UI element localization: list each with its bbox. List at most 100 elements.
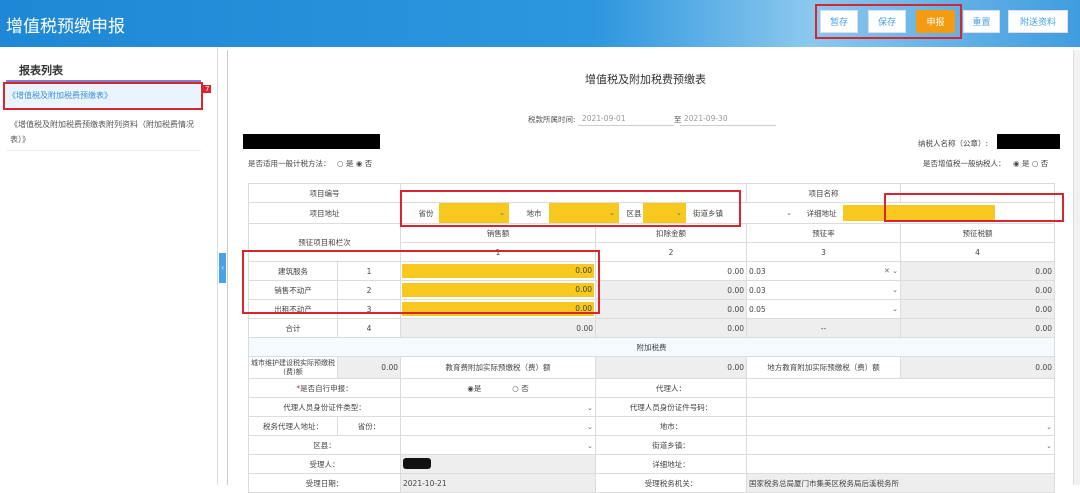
project-name-label: 项目名称 (746, 183, 901, 203)
yes-label: 是 (473, 383, 482, 393)
app-title: 增值税预缴申报 (6, 17, 125, 37)
chevron-down-icon: ⌄ (892, 305, 898, 313)
chevron-down-icon: ⌄ (892, 286, 898, 294)
local-edu-value: 0.00 (900, 356, 1055, 379)
surcharge-title: 附加税费 (248, 337, 1055, 357)
agent-id-no-input[interactable] (746, 397, 1055, 417)
tax-value: 0.00 (900, 299, 1055, 319)
badge: 7 (203, 85, 212, 93)
chevron-down-icon: ⌄ (587, 422, 593, 431)
form-title: 增值税及附加税费预缴表 (585, 73, 706, 86)
general-taxpayer-radio[interactable]: ◉ 是 ○ 否 (1013, 158, 1048, 169)
col-header: 预征率 (746, 223, 901, 243)
rate-select[interactable]: 0.05 ⌄ (749, 301, 898, 318)
deduct-input[interactable]: 0.00 (595, 261, 747, 281)
divider (6, 150, 201, 151)
local-edu-label: 地方教育附加实际预缴税（费）额 (746, 356, 901, 379)
redacted (243, 134, 380, 149)
deduct-value: 0.00 (595, 299, 747, 319)
no-label: 否 (364, 159, 373, 168)
chevron-down-icon: ⌄ (892, 267, 898, 275)
clear-icon[interactable]: ✕ (884, 267, 890, 275)
tax-value: 0.00 (900, 280, 1055, 300)
no-label: 否 (1040, 159, 1049, 168)
agent-id-type-select[interactable]: ⌄ (400, 397, 596, 417)
reset-button[interactable]: 重置 (963, 10, 1000, 33)
chevron-down-icon: ⌄ (786, 209, 792, 217)
rate-value: 0.05 (749, 304, 766, 314)
highlight-box (3, 82, 203, 110)
edu-value: 0.00 (595, 356, 747, 379)
chevron-down-icon: ⌄ (1046, 422, 1052, 431)
row-no: 4 (337, 318, 401, 338)
province2-label: 省份： (337, 416, 401, 436)
no-label: 否 (521, 383, 529, 393)
highlight-box (815, 4, 962, 39)
chevron-down-icon: ⌄ (587, 441, 593, 450)
taxpayer-label: 纳税人名称（公章）: (918, 139, 989, 148)
col-header: 预征税额 (900, 223, 1055, 243)
receiver-label: 受理人： (248, 454, 401, 474)
rate-value: 0.03 (749, 266, 766, 276)
row-name: 合计 (248, 318, 338, 338)
yes-label: 是 (1021, 159, 1030, 168)
accept-date-label: 受理日期： (248, 473, 401, 493)
general-taxpayer-label: 是否增值税一般纳税人： (923, 159, 1006, 168)
self-declare-label: 是否自行申报： (300, 383, 353, 393)
deduct-value: 0.00 (595, 280, 747, 300)
sidebar: 报表列表 《增值税及附加税费预缴表》 《增值税及附加税费预缴表附列资料（附加税费… (0, 47, 218, 485)
agent-id-no-label: 代理人员身份证件号码： (595, 397, 747, 417)
agent-street-select[interactable]: ⌄ (746, 435, 1055, 455)
highlight-box (400, 190, 741, 227)
sidebar-title: 报表列表 (19, 64, 63, 77)
attach-docs-button[interactable]: 附送资料 (1008, 10, 1068, 33)
self-declare-radio[interactable]: ◉是 ○ 否 (400, 378, 596, 398)
urban-value: 0.00 (337, 356, 401, 379)
period-label: 税款所属时间: (528, 115, 576, 124)
rate-value: 0.03 (749, 285, 766, 295)
detail-addr2-label: 详细地址： (595, 454, 747, 474)
urban-label: 城市维护建设税实际预缴税(费)额 (248, 356, 338, 379)
detail-addr2-input[interactable] (746, 454, 1055, 474)
edu-label: 教育费附加实际预缴税（费）额 (400, 356, 596, 379)
agent-id-type-label: 代理人员身份证件类型： (248, 397, 401, 417)
sidebar-item-attachment[interactable]: 《增值税及附加税费预缴表附列资料（附加税费情况表）》 (10, 117, 205, 147)
general-method-label: 是否适用一般计税方法： (248, 159, 331, 168)
total-row: 合计 4 0.00 0.00 -- 0.00 (248, 318, 1055, 338)
total-deduct: 0.00 (595, 318, 747, 338)
scrollbar[interactable] (1073, 50, 1080, 485)
rate-select[interactable]: 0.03 ✕ ⌄ (749, 263, 898, 280)
agent-input[interactable] (746, 378, 1055, 398)
city2-label: 地市： (595, 416, 747, 436)
total-sales: 0.00 (400, 318, 596, 338)
collapse-sidebar-button[interactable]: ‹ (219, 253, 226, 283)
col-num: 2 (595, 242, 747, 262)
agent-addr-label: 税务代理人地址： (248, 416, 338, 436)
col-num: 3 (746, 242, 901, 262)
district2-label: 区县： (248, 435, 401, 455)
receiver-value (400, 454, 596, 474)
redacted (997, 134, 1060, 149)
street2-label: 街道乡镇： (595, 435, 747, 455)
tax-value: 0.00 (900, 261, 1055, 281)
period-from-input[interactable]: 2021-09-01 (578, 112, 674, 126)
highlight-box (884, 193, 1064, 222)
detail-addr-label: 详细地址 (806, 208, 837, 218)
chevron-down-icon: ⌄ (587, 403, 593, 412)
agent-label: 代理人： (595, 378, 747, 398)
general-method-yes-radio[interactable]: ○ 是 ◉ 否 (337, 158, 372, 169)
agent-province-select[interactable]: ⌄ (400, 416, 596, 436)
tax-office-label: 受理税务机关： (595, 473, 747, 493)
tax-office-value: 国家税务总局厦门市集美区税务局后溪税务所 (746, 473, 1055, 493)
redacted (403, 457, 431, 469)
yes-label: 是 (345, 159, 354, 168)
chevron-down-icon: ⌄ (1046, 441, 1052, 450)
agent-district-select[interactable]: ⌄ (400, 435, 596, 455)
period-to-input[interactable]: 2021-09-30 (680, 112, 776, 126)
total-rate: -- (746, 318, 901, 338)
project-no-label: 项目编号 (248, 183, 401, 203)
agent-city-select[interactable]: ⌄ (746, 416, 1055, 436)
project-addr-label: 项目地址 (248, 202, 401, 224)
accept-date-value: 2021-10-21 (400, 473, 596, 493)
rate-select[interactable]: 0.03 ⌄ (749, 282, 898, 299)
